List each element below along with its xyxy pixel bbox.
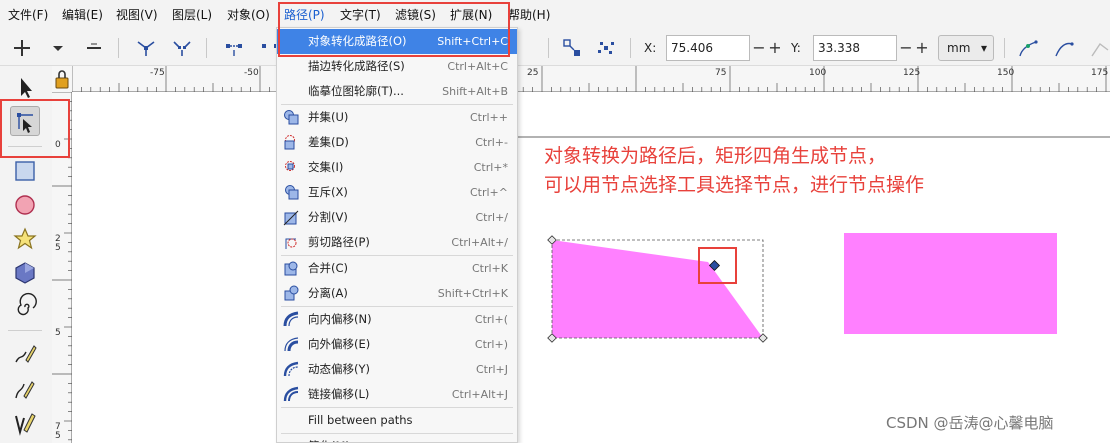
- inset-icon: [283, 311, 300, 328]
- annotation-line-1: 对象转换为路径后，矩形四角生成节点，: [544, 145, 887, 167]
- linked-offset-icon: [283, 386, 300, 403]
- watermark: CSDN @岳涛@心馨电脑: [886, 414, 1054, 432]
- ruler-label-m50: -50: [244, 68, 259, 78]
- y-coordinate-input[interactable]: [813, 35, 897, 61]
- menu-item-break-apart[interactable]: 分离(A) Shift+Ctrl+K: [277, 281, 517, 306]
- menu-item-intersection[interactable]: 交集(I) Ctrl+*: [277, 155, 517, 180]
- ruler-label-m75: -75: [150, 68, 165, 78]
- x-label: X:: [644, 41, 657, 55]
- node-smooth-icon[interactable]: [594, 36, 618, 60]
- show-outline-icon[interactable]: [1052, 36, 1076, 60]
- menu-item-simplify[interactable]: 简化(M) Ctrl+L: [277, 434, 517, 442]
- menu-item-difference[interactable]: 差集(D) Ctrl+-: [277, 130, 517, 155]
- ruler-label-v50: 5: [55, 328, 61, 338]
- show-handles-icon[interactable]: [1016, 36, 1040, 60]
- circle-tool-icon[interactable]: [10, 190, 40, 220]
- outset-icon: [283, 336, 300, 353]
- path-menu-dropdown: 对象转化成路径(O) Shift+Ctrl+C 描边转化成路径(S) Ctrl+…: [276, 27, 518, 443]
- star-tool-icon[interactable]: [10, 224, 40, 254]
- y-decrement-button[interactable]: −: [898, 35, 914, 61]
- cut-path-icon: [283, 234, 300, 251]
- ruler-label-175: 175: [1091, 68, 1109, 78]
- union-icon: [283, 109, 300, 126]
- x-increment-button[interactable]: +: [767, 35, 783, 61]
- annotation-line-2: 可以用节点选择工具选择节点，进行节点操作: [544, 174, 925, 196]
- dynamic-offset-icon: [283, 361, 300, 378]
- ruler-label-75: 75: [715, 68, 727, 78]
- menu-item-division[interactable]: 分割(V) Ctrl+/: [277, 205, 517, 230]
- x-coordinate-input[interactable]: [666, 35, 750, 61]
- menu-file[interactable]: 文件(F): [8, 0, 48, 30]
- ruler-ticks: [71, 66, 1107, 92]
- pen-tool-icon[interactable]: [10, 374, 40, 404]
- unit-select[interactable]: mm ▾: [938, 35, 994, 61]
- combine-icon: [283, 260, 300, 277]
- pencil-tool-icon[interactable]: [10, 340, 40, 370]
- menubar: 文件(F) 编辑(E) 视图(V) 图层(L) 对象(O) 路径(P) 文字(T…: [0, 0, 1110, 30]
- node-highlight: [698, 247, 737, 284]
- menu-highlight: [278, 2, 510, 57]
- rectangle-shape[interactable]: [844, 233, 1057, 334]
- menu-item-exclusion[interactable]: 互斥(X) Ctrl+^: [277, 180, 517, 205]
- node-cusp-icon[interactable]: [560, 36, 584, 60]
- rectangle-tool-icon[interactable]: [10, 156, 40, 186]
- intersection-icon: [283, 159, 300, 176]
- chevron-down-icon[interactable]: [46, 36, 70, 60]
- insert-node-icon[interactable]: [10, 36, 34, 60]
- unit-value: mm: [947, 41, 971, 55]
- menu-help[interactable]: 帮助(H): [508, 0, 550, 30]
- menu-item-fill-between-paths[interactable]: Fill between paths: [277, 408, 517, 433]
- chevron-down-icon: ▾: [980, 41, 987, 55]
- division-icon: [283, 209, 300, 226]
- menu-item-inset[interactable]: 向内偏移(N) Ctrl+(: [277, 307, 517, 332]
- ruler-label-100: 100: [809, 68, 827, 78]
- y-increment-button[interactable]: +: [914, 35, 930, 61]
- delete-node-icon[interactable]: [82, 36, 106, 60]
- ruler-label-v25: 2 5: [55, 234, 61, 253]
- menu-item-dynamic-offset[interactable]: 动态偏移(Y) Ctrl+J: [277, 357, 517, 382]
- horizontal-ruler[interactable]: -75 -50 25 75 100 125 150 175: [71, 66, 1110, 92]
- spiral-tool-icon[interactable]: [10, 292, 40, 322]
- y-label: Y:: [791, 41, 801, 55]
- tool-controls-bar: X: − + Y: − + mm ▾: [0, 30, 1110, 66]
- menu-object[interactable]: 对象(O): [227, 0, 270, 30]
- ruler-corner: [52, 66, 72, 92]
- path-effect-icon[interactable]: [1088, 36, 1110, 60]
- ruler-label-v75: 7 5: [55, 422, 61, 441]
- difference-icon: [283, 134, 300, 151]
- 3d-box-tool-icon[interactable]: [10, 258, 40, 288]
- menu-item-trace-bitmap[interactable]: 临摹位图轮廓(T)... Shift+Alt+B: [277, 79, 517, 104]
- menu-item-union[interactable]: 并集(U) Ctrl++: [277, 105, 517, 130]
- break-apart-icon: [283, 285, 300, 302]
- ruler-label-25: 25: [527, 68, 539, 78]
- selector-tool-icon[interactable]: [10, 72, 40, 102]
- join-segment-icon[interactable]: [222, 36, 246, 60]
- ruler-label-125: 125: [903, 68, 921, 78]
- menu-item-linked-offset[interactable]: 链接偏移(L) Ctrl+Alt+J: [277, 382, 517, 407]
- break-path-icon[interactable]: [170, 36, 194, 60]
- menu-item-outset[interactable]: 向外偏移(E) Ctrl+): [277, 332, 517, 357]
- menu-item-cut-path[interactable]: 剪切路径(P) Ctrl+Alt+/: [277, 230, 517, 255]
- menu-item-stroke-to-path[interactable]: 描边转化成路径(S) Ctrl+Alt+C: [277, 54, 517, 79]
- menu-layer[interactable]: 图层(L): [172, 0, 212, 30]
- menu-view[interactable]: 视图(V): [116, 0, 158, 30]
- menu-edit[interactable]: 编辑(E): [62, 0, 103, 30]
- menu-item-combine[interactable]: 合并(C) Ctrl+K: [277, 256, 517, 281]
- x-decrement-button[interactable]: −: [751, 35, 767, 61]
- annotation-text: 对象转换为路径后，矩形四角生成节点， 可以用节点选择工具选择节点，进行节点操作: [544, 142, 1064, 200]
- exclusion-icon: [283, 184, 300, 201]
- node-tool-highlight: [0, 99, 70, 158]
- calligraphy-tool-icon[interactable]: [10, 408, 40, 438]
- ruler-label-150: 150: [997, 68, 1015, 78]
- join-nodes-icon[interactable]: [134, 36, 158, 60]
- lock-icon[interactable]: [52, 66, 72, 92]
